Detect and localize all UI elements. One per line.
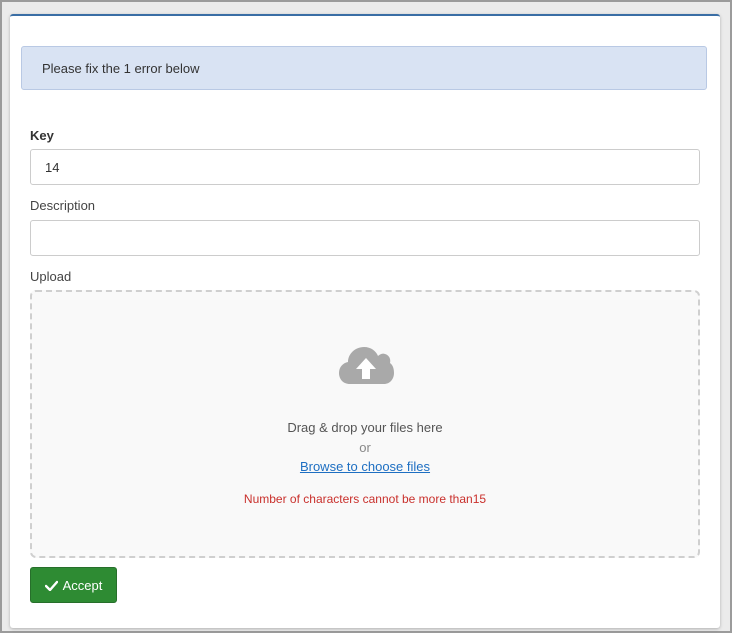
accept-button[interactable]: Accept — [30, 567, 117, 603]
accept-button-label: Accept — [62, 577, 103, 593]
form-card: Please fix the 1 error below Key Descrip… — [10, 14, 720, 628]
upload-label: Upload — [30, 269, 72, 284]
error-alert: Please fix the 1 error below — [21, 46, 707, 90]
check-icon — [44, 580, 58, 591]
key-input[interactable] — [30, 149, 700, 185]
upload-dropzone[interactable]: Drag & drop your files here or Browse to… — [30, 290, 700, 558]
browse-files-link[interactable]: Browse to choose files — [300, 459, 430, 474]
window-frame: Please fix the 1 error below Key Descrip… — [2, 2, 730, 631]
or-text: or — [359, 440, 371, 455]
drag-drop-text: Drag & drop your files here — [287, 420, 443, 435]
cloud-upload-icon — [339, 347, 394, 384]
description-input[interactable] — [30, 220, 700, 256]
key-label: Key — [30, 128, 54, 143]
upload-error-message: Number of characters cannot be more than… — [243, 492, 487, 506]
description-label: Description — [30, 198, 96, 213]
error-alert-message: Please fix the 1 error below — [42, 60, 200, 76]
